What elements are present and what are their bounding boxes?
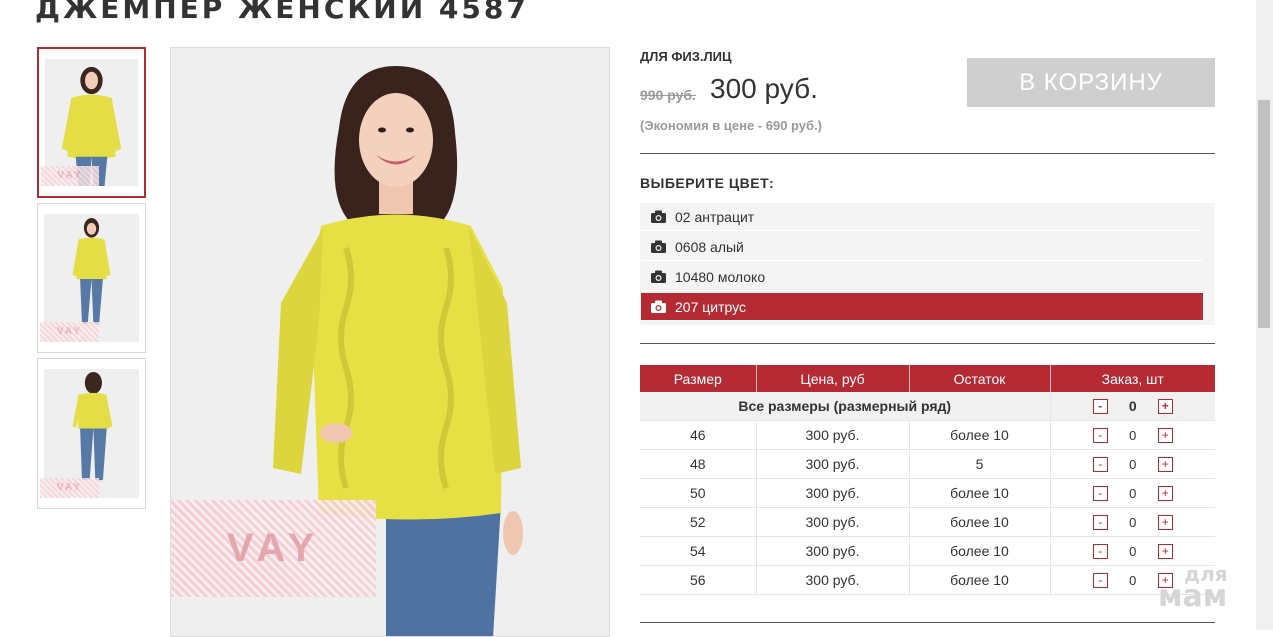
decrease-button[interactable]: - bbox=[1092, 427, 1108, 443]
increase-button[interactable]: + bbox=[1157, 398, 1173, 414]
thumbnail-front[interactable]: VAY bbox=[37, 47, 146, 198]
color-option-selected[interactable]: 207 цитрус bbox=[641, 293, 1203, 321]
price-cell: 300 руб. bbox=[755, 565, 909, 595]
size-cell: 54 bbox=[640, 536, 756, 566]
photo-watermark: VAY bbox=[171, 500, 376, 597]
divider bbox=[640, 622, 1215, 623]
table-header-row: Размер Цена, руб Остаток Заказ, шт bbox=[640, 365, 1215, 392]
color-list: 02 антрацит 0608 алый 10480 молоко 207 ц… bbox=[640, 203, 1215, 325]
size-order-table: Размер Цена, руб Остаток Заказ, шт Все р… bbox=[640, 365, 1215, 595]
column-header-order: Заказ, шт bbox=[1049, 365, 1215, 392]
size-cell: 52 bbox=[640, 507, 756, 537]
quantity-value[interactable]: 0 bbox=[1108, 486, 1158, 501]
all-sizes-row: Все размеры (размерный ряд) - 0 + bbox=[640, 392, 1215, 421]
table-row: 54 300 руб. более 10 - 0 + bbox=[640, 536, 1215, 566]
main-product-photo[interactable]: VAY bbox=[170, 47, 610, 637]
size-cell: 56 bbox=[640, 565, 756, 595]
camera-icon[interactable] bbox=[651, 210, 666, 223]
color-option[interactable]: 0608 алый bbox=[641, 233, 1203, 261]
decrease-button[interactable]: - bbox=[1092, 514, 1108, 530]
size-cell: 50 bbox=[640, 478, 756, 508]
all-sizes-label: Все размеры (размерный ряд) bbox=[640, 392, 1050, 421]
quantity-value[interactable]: 0 bbox=[1108, 398, 1158, 414]
size-cell: 46 bbox=[640, 420, 756, 450]
price-cell: 300 руб. bbox=[755, 507, 909, 537]
add-to-cart-button[interactable]: В КОРЗИНУ bbox=[967, 58, 1215, 107]
site-watermark-line: мам bbox=[1158, 579, 1228, 614]
increase-button[interactable]: + bbox=[1157, 514, 1173, 530]
color-option-label: 10480 молоко bbox=[675, 269, 766, 285]
column-header-stock: Остаток bbox=[908, 365, 1050, 392]
current-price: 300 руб. bbox=[710, 73, 818, 104]
decrease-button[interactable]: - bbox=[1092, 572, 1108, 588]
order-cell: - 0 + bbox=[1049, 507, 1215, 537]
size-cell: 48 bbox=[640, 449, 756, 479]
thumbnail-watermark: VAY bbox=[41, 166, 99, 186]
order-cell: - 0 + bbox=[1049, 420, 1215, 450]
customer-type-label: ДЛЯ ФИЗ.ЛИЦ bbox=[640, 49, 732, 64]
stock-cell: более 10 bbox=[908, 507, 1050, 537]
site-watermark-logo: для мам bbox=[1158, 564, 1228, 614]
thumbnail-side[interactable]: VAY bbox=[37, 203, 146, 353]
quantity-value[interactable]: 0 bbox=[1108, 428, 1158, 443]
table-row: 46 300 руб. более 10 - 0 + bbox=[640, 420, 1215, 450]
order-cell: - 0 + bbox=[1049, 449, 1215, 479]
table-row: 50 300 руб. более 10 - 0 + bbox=[640, 478, 1215, 508]
quantity-value[interactable]: 0 bbox=[1108, 573, 1158, 588]
divider bbox=[640, 343, 1215, 344]
camera-icon[interactable] bbox=[651, 240, 666, 253]
stock-cell: более 10 bbox=[908, 420, 1050, 450]
divider bbox=[640, 153, 1215, 154]
increase-button[interactable]: + bbox=[1157, 485, 1173, 501]
old-price: 990 руб. bbox=[640, 87, 696, 103]
color-heading: ВЫБЕРИТЕ ЦВЕТ: bbox=[640, 175, 775, 191]
quantity-value[interactable]: 0 bbox=[1108, 457, 1158, 472]
decrease-button[interactable]: - bbox=[1092, 456, 1108, 472]
price-cell: 300 руб. bbox=[755, 478, 909, 508]
camera-icon[interactable] bbox=[651, 270, 666, 283]
scrollbar-thumb[interactable] bbox=[1258, 100, 1270, 328]
price-cell: 300 руб. bbox=[755, 420, 909, 450]
thumbnail-watermark: VAY bbox=[40, 322, 99, 342]
stock-cell: 5 bbox=[908, 449, 1050, 479]
price-cell: 300 руб. bbox=[755, 449, 909, 479]
color-option[interactable]: 02 антрацит bbox=[641, 203, 1203, 231]
stock-cell: более 10 bbox=[908, 478, 1050, 508]
vertical-scrollbar[interactable] bbox=[1256, 0, 1273, 630]
color-option-label: 0608 алый bbox=[675, 239, 744, 255]
price-cell: 300 руб. bbox=[755, 536, 909, 566]
increase-button[interactable]: + bbox=[1157, 543, 1173, 559]
decrease-button[interactable]: - bbox=[1092, 485, 1108, 501]
decrease-button[interactable]: - bbox=[1092, 398, 1108, 414]
table-row: 48 300 руб. 5 - 0 + bbox=[640, 449, 1215, 479]
table-row: 56 300 руб. более 10 - 0 + bbox=[640, 565, 1215, 595]
table-row: 52 300 руб. более 10 - 0 + bbox=[640, 507, 1215, 537]
column-header-price: Цена, руб bbox=[755, 365, 909, 392]
color-option-label: 207 цитрус bbox=[675, 299, 746, 315]
quantity-value[interactable]: 0 bbox=[1108, 544, 1158, 559]
camera-icon[interactable] bbox=[651, 300, 666, 313]
color-option[interactable]: 10480 молоко bbox=[641, 263, 1203, 291]
order-cell: - 0 + bbox=[1049, 478, 1215, 508]
increase-button[interactable]: + bbox=[1157, 427, 1173, 443]
thumbnail-back[interactable]: VAY bbox=[37, 358, 146, 509]
decrease-button[interactable]: - bbox=[1092, 543, 1108, 559]
order-cell: - 0 + bbox=[1049, 392, 1215, 421]
thumbnail-watermark: VAY bbox=[40, 478, 99, 498]
economy-text: (Экономия в цене - 690 руб.) bbox=[640, 118, 823, 133]
stock-cell: более 10 bbox=[908, 536, 1050, 566]
stock-cell: более 10 bbox=[908, 565, 1050, 595]
increase-button[interactable]: + bbox=[1157, 456, 1173, 472]
quantity-value[interactable]: 0 bbox=[1108, 515, 1158, 530]
column-header-size: Размер bbox=[640, 365, 756, 392]
page-title: ДЖЕМПЕР ЖЕНСКИЙ 4587 bbox=[35, 0, 529, 25]
color-option-label: 02 антрацит bbox=[675, 209, 755, 225]
